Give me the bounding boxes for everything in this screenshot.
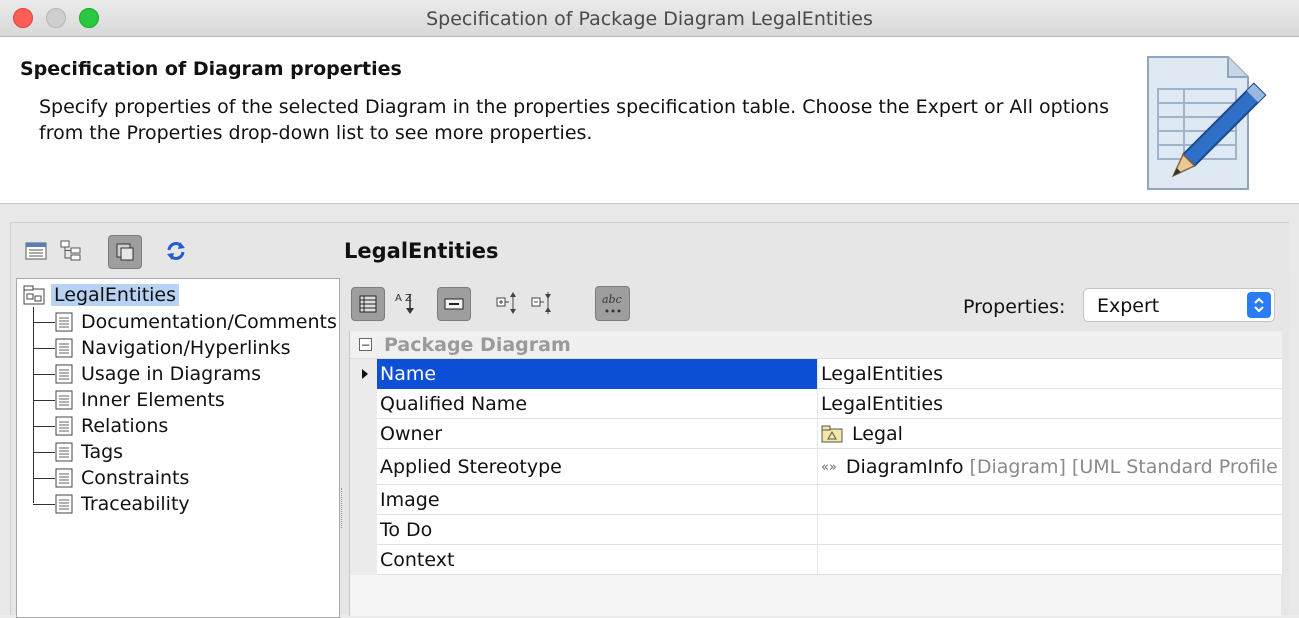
property-name: Owner (380, 423, 443, 445)
property-name: Qualified Name (380, 393, 528, 415)
group-header-package-diagram[interactable]: − Package Diagram (350, 331, 1282, 359)
property-value[interactable] (817, 545, 1282, 575)
panel-splitter[interactable] (341, 488, 344, 528)
tree-item-label: Usage in Diagrams (81, 363, 262, 385)
document-icon (55, 312, 73, 332)
properties-dropdown-value: Expert (1097, 295, 1160, 317)
tree-item-traceability[interactable]: Traceability (33, 491, 190, 517)
tree-view-icon[interactable] (57, 237, 85, 265)
tree-item-tags[interactable]: Tags (33, 439, 123, 465)
document-icon (55, 442, 73, 462)
specification-window: Specification of Package Diagram LegalEn… (0, 0, 1299, 618)
svg-text:abc: abc (602, 293, 622, 306)
property-name: To Do (380, 519, 433, 541)
navigation-tree: LegalEntities Documentation/Comments Nav… (16, 278, 340, 618)
table-row-context[interactable]: Context (350, 545, 1282, 575)
stereotype-details: [Diagram] [UML Standard Profile (969, 456, 1278, 478)
package-folder-icon (821, 425, 843, 443)
table-row-image[interactable]: Image (350, 485, 1282, 515)
properties-dropdown[interactable]: Expert (1083, 288, 1275, 322)
specification-pencil-icon (1147, 56, 1267, 190)
document-icon (55, 416, 73, 436)
categorized-view-icon[interactable] (351, 287, 385, 321)
current-row-arrow-icon (362, 369, 368, 379)
package-diagram-icon (23, 285, 45, 305)
expand-all-icon[interactable] (494, 289, 522, 317)
tree-item-label: Inner Elements (81, 389, 225, 411)
tree-item-inner-elements[interactable]: Inner Elements (33, 387, 225, 413)
property-value-stereotype[interactable]: «» DiagramInfo [Diagram] [UML Standard P… (817, 449, 1282, 485)
property-name: Name (377, 359, 817, 389)
property-value[interactable]: LegalEntities (817, 359, 1282, 389)
properties-label: Properties: (963, 296, 1066, 318)
header-title: Specification of Diagram properties (20, 58, 402, 80)
document-icon (55, 338, 73, 358)
tree-item-label: Traceability (81, 493, 190, 515)
collapse-all-icon[interactable] (529, 289, 557, 317)
table-row-applied-stereotype[interactable]: Applied Stereotype «» DiagramInfo [Diagr… (350, 449, 1282, 485)
tree-item-label: Constraints (81, 467, 190, 489)
compact-mode-toggle-icon[interactable] (108, 235, 142, 269)
document-icon (55, 364, 73, 384)
table-row-to-do[interactable]: To Do (350, 515, 1282, 545)
tree-item-navigation[interactable]: Navigation/Hyperlinks (33, 335, 290, 361)
stereotype-value: DiagramInfo (845, 456, 964, 478)
document-icon (55, 468, 73, 488)
tree-item-relations[interactable]: Relations (33, 413, 168, 439)
collapse-group-icon[interactable]: − (359, 338, 372, 351)
dropdown-arrows-icon (1247, 292, 1271, 318)
stereotype-icon: «» (821, 459, 837, 475)
property-name: Context (380, 549, 455, 571)
tree-root-item[interactable]: LegalEntities (23, 283, 180, 307)
sort-alphabetically-icon[interactable]: A Z (391, 289, 419, 317)
list-view-icon[interactable] (22, 237, 50, 265)
window-title: Specification of Package Diagram LegalEn… (426, 8, 873, 30)
property-name: Image (380, 489, 440, 511)
owner-value: Legal (852, 423, 903, 445)
tree-item-label: Navigation/Hyperlinks (81, 337, 291, 359)
table-row-qualified-name[interactable]: Qualified Name LegalEntities (350, 389, 1282, 419)
property-value[interactable] (817, 485, 1282, 515)
tree-item-documentation[interactable]: Documentation/Comments (33, 309, 337, 335)
title-bar: Specification of Package Diagram LegalEn… (0, 0, 1299, 37)
group-label: Package Diagram (384, 333, 571, 356)
tree-item-label: Relations (81, 415, 169, 437)
properties-table: − Package Diagram Name LegalEntities Qua… (349, 331, 1282, 616)
main-panel: LegalEntities Documentation/Comments Nav… (10, 222, 1290, 618)
document-icon (55, 390, 73, 410)
description-header: Specification of Diagram properties Spec… (0, 37, 1299, 204)
entity-title: LegalEntities (344, 239, 499, 263)
single-line-view-icon[interactable] (437, 287, 471, 321)
header-description: Specify properties of the selected Diagr… (39, 96, 1110, 144)
tree-root-label: LegalEntities (51, 284, 180, 306)
refresh-icon[interactable] (162, 237, 190, 265)
table-row-owner[interactable]: Owner Legal (350, 419, 1282, 449)
tree-item-constraints[interactable]: Constraints (33, 465, 189, 491)
tree-item-usage[interactable]: Usage in Diagrams (33, 361, 261, 387)
property-value[interactable]: LegalEntities (817, 389, 1282, 419)
table-row-name[interactable]: Name LegalEntities (350, 359, 1282, 389)
property-name: Applied Stereotype (380, 456, 562, 478)
property-value[interactable] (817, 515, 1282, 545)
tree-item-label: Documentation/Comments (81, 311, 337, 333)
tree-item-label: Tags (81, 441, 124, 463)
property-value-owner[interactable]: Legal (817, 419, 1282, 449)
text-options-icon[interactable]: abc (595, 286, 630, 321)
document-icon (55, 494, 73, 514)
